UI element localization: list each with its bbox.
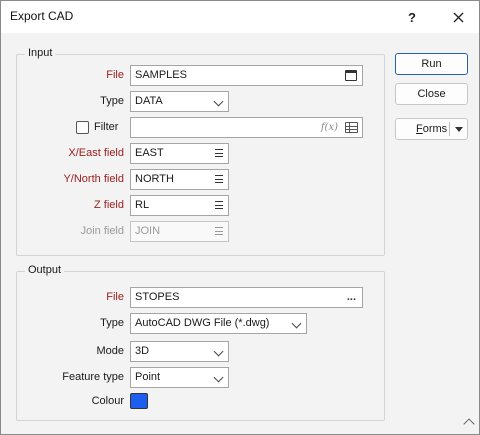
colour-swatch[interactable] (130, 393, 148, 409)
chevron-down-icon (291, 318, 302, 329)
x-field-select[interactable]: EAST (130, 143, 229, 164)
output-type-value: AutoCAD DWG File (*.dwg) (135, 317, 270, 329)
y-field-label: Y/North field (63, 173, 124, 185)
mode-select[interactable]: 3D (130, 341, 229, 362)
chevron-down-icon (213, 372, 224, 383)
mode-value: 3D (135, 345, 150, 357)
input-file-field[interactable]: SAMPLES (130, 65, 363, 86)
input-group-title: Input (25, 47, 56, 59)
input-file-label: File (106, 69, 124, 81)
output-type-select[interactable]: AutoCAD DWG File (*.dwg) (130, 313, 307, 334)
field-list-icon[interactable] (215, 201, 223, 210)
colour-label: Colour (91, 395, 124, 407)
output-type-label: Type (100, 317, 124, 329)
close-window-button[interactable] (438, 1, 478, 33)
collapse-icon[interactable] (463, 418, 475, 430)
z-field-label: Z field (94, 199, 124, 211)
feature-type-label: Feature type (62, 371, 124, 383)
input-type-value: DATA (135, 95, 163, 107)
split-separator (449, 122, 450, 136)
title-bar: Export CAD ? (1, 1, 479, 33)
input-type-label: Type (100, 95, 124, 107)
field-list-icon[interactable] (215, 149, 223, 158)
window-title: Export CAD (10, 9, 74, 23)
browse-button[interactable]: ... (347, 288, 356, 307)
filter-checkbox[interactable] (76, 121, 89, 134)
chevron-down-icon (213, 346, 224, 357)
input-type-select[interactable]: DATA (130, 91, 229, 112)
run-button[interactable]: Run (395, 53, 468, 75)
output-file-value: STOPES (135, 291, 180, 303)
browse-file-icon[interactable] (345, 70, 357, 81)
x-field-value: EAST (135, 147, 164, 159)
feature-type-select[interactable]: Point (130, 367, 229, 388)
dropdown-arrow-icon[interactable] (455, 127, 463, 132)
close-button[interactable]: Close (395, 83, 468, 105)
forms-split-button[interactable]: Forms (395, 118, 468, 140)
help-button[interactable]: ? (392, 1, 432, 33)
output-file-field[interactable]: STOPES ... (130, 287, 363, 308)
y-field-select[interactable]: NORTH (130, 169, 229, 190)
forms-label: Forms (416, 123, 448, 135)
output-file-label: File (106, 291, 124, 303)
chevron-down-icon (213, 96, 224, 107)
export-cad-dialog: Export CAD ? Input File SAMPLES Type DAT… (0, 0, 480, 435)
input-file-value: SAMPLES (135, 69, 187, 81)
join-field-label: Join field (80, 225, 124, 237)
output-group-title: Output (25, 264, 65, 276)
x-field-label: X/East field (68, 147, 124, 159)
feature-type-value: Point (135, 371, 161, 383)
field-list-icon (215, 227, 223, 236)
field-list-icon[interactable] (215, 175, 223, 184)
join-field-value: JOIN (135, 225, 161, 237)
close-icon (453, 12, 463, 22)
y-field-value: NORTH (135, 173, 174, 185)
mode-label: Mode (96, 345, 124, 357)
function-icon[interactable]: f(x) (321, 118, 338, 137)
filter-label: Filter (94, 121, 119, 133)
z-field-value: RL (135, 199, 150, 211)
filter-builder-icon[interactable] (345, 122, 358, 133)
filter-field[interactable]: f(x) (130, 117, 363, 138)
z-field-select[interactable]: RL (130, 195, 229, 216)
join-field-select: JOIN (130, 221, 229, 242)
